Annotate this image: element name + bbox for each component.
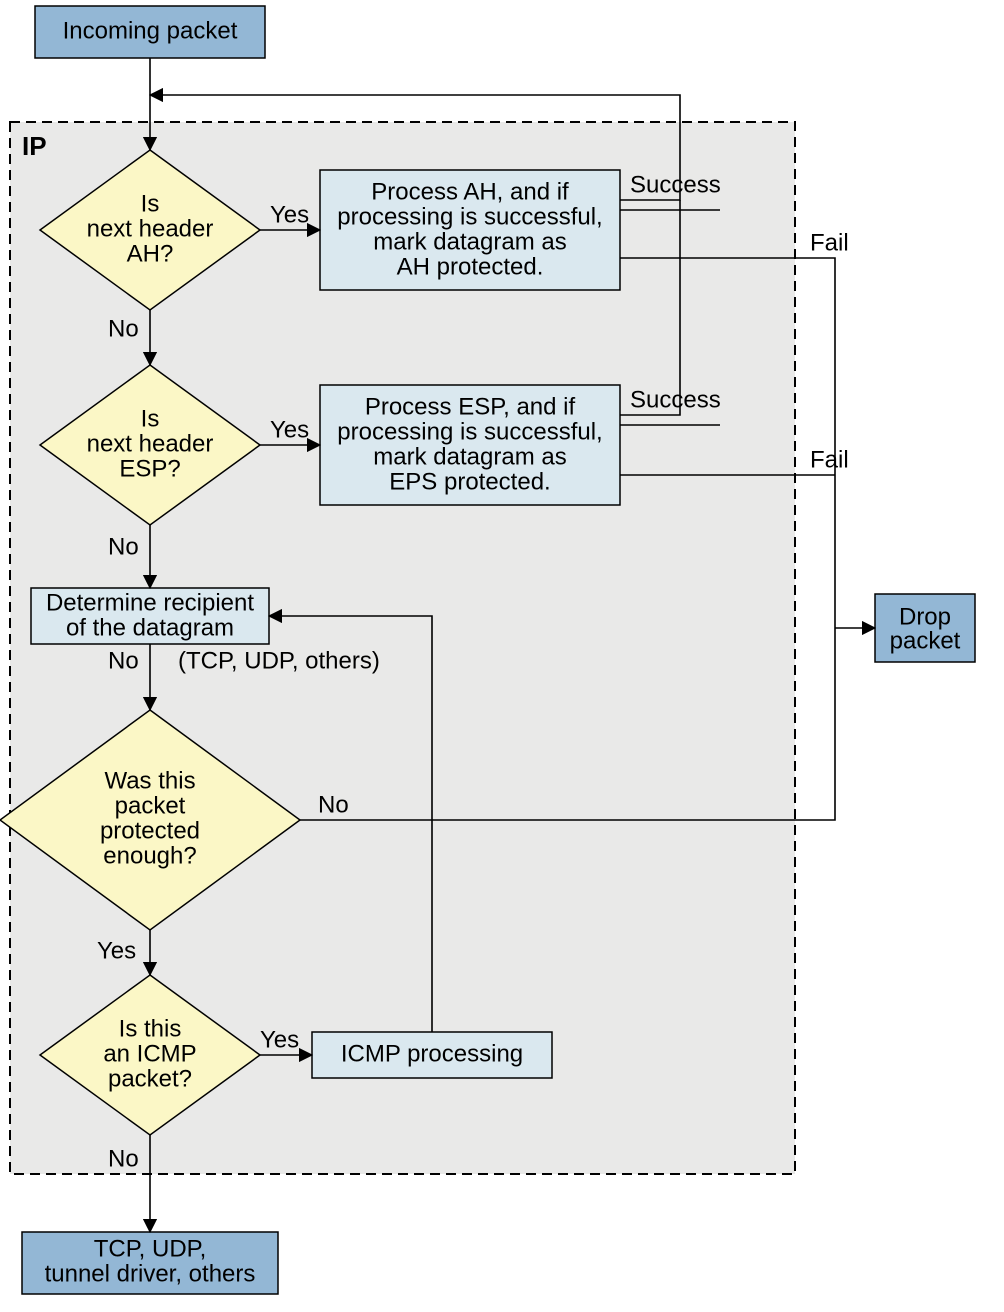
edge-desp-recipient-lbl: No bbox=[108, 533, 139, 560]
decision-esp-l2: next header bbox=[87, 430, 214, 457]
edge-pah-success-lbl: Success bbox=[630, 171, 721, 198]
edge-recipient-dprotect-no: No bbox=[108, 647, 139, 674]
decision-icmp-l2: an ICMP bbox=[103, 1040, 196, 1067]
incoming-packet-text: Incoming packet bbox=[63, 17, 238, 44]
edge-dah-desp-lbl: No bbox=[108, 315, 139, 342]
process-ah-l4: AH protected. bbox=[397, 253, 544, 280]
decision-protected-l1: Was this bbox=[104, 767, 195, 794]
edge-dah-pah-lbl: Yes bbox=[270, 201, 309, 228]
drop-packet-l1: Drop bbox=[899, 603, 951, 630]
ip-label: IP bbox=[22, 131, 47, 161]
decision-icmp-l1: Is this bbox=[119, 1015, 182, 1042]
edge-dprotect-dicmp-lbl: Yes bbox=[97, 937, 136, 964]
decision-protected-l2: packet bbox=[115, 792, 186, 819]
drop-packet-l2: packet bbox=[890, 627, 961, 654]
decision-ah-l3: AH? bbox=[127, 240, 174, 267]
decision-ah-l2: next header bbox=[87, 215, 214, 242]
edge-pesp-fail-lbl: Fail bbox=[810, 446, 849, 473]
edge-pah-fail-lbl: Fail bbox=[810, 229, 849, 256]
process-esp-l2: processing is successful, bbox=[337, 418, 602, 445]
output-l1: TCP, UDP, bbox=[94, 1235, 207, 1262]
edge-dprotect-drop-lbl: No bbox=[318, 791, 349, 818]
decision-icmp-l3: packet? bbox=[108, 1065, 192, 1092]
determine-recipient-l2: of the datagram bbox=[66, 614, 234, 641]
edge-pesp-success-lbl: Success bbox=[630, 386, 721, 413]
decision-esp-l1: Is bbox=[141, 405, 160, 432]
process-ah-l2: processing is successful, bbox=[337, 203, 602, 230]
process-esp-l3: mark datagram as bbox=[373, 443, 566, 470]
edge-desp-pesp-lbl: Yes bbox=[270, 416, 309, 443]
icmp-processing-text: ICMP processing bbox=[341, 1040, 523, 1067]
output-l2: tunnel driver, others bbox=[45, 1260, 256, 1287]
process-ah-l3: mark datagram as bbox=[373, 228, 566, 255]
process-esp-l4: EPS protected. bbox=[389, 468, 550, 495]
determine-recipient-l1: Determine recipient bbox=[46, 589, 254, 616]
decision-protected-l3: protected bbox=[100, 817, 200, 844]
process-esp-l1: Process ESP, and if bbox=[365, 393, 576, 420]
decision-protected-l4: enough? bbox=[103, 842, 196, 869]
flowchart-diagram: IP Incoming packet Is next header AH? Pr… bbox=[0, 0, 1004, 1312]
decision-ah-l1: Is bbox=[141, 190, 160, 217]
edge-dicmp-picmp-lbl: Yes bbox=[260, 1026, 299, 1053]
process-ah-l1: Process AH, and if bbox=[371, 178, 569, 205]
edge-recipient-dprotect-note: (TCP, UDP, others) bbox=[178, 647, 380, 674]
edge-dicmp-out-lbl: No bbox=[108, 1145, 139, 1172]
decision-esp-l3: ESP? bbox=[119, 455, 180, 482]
